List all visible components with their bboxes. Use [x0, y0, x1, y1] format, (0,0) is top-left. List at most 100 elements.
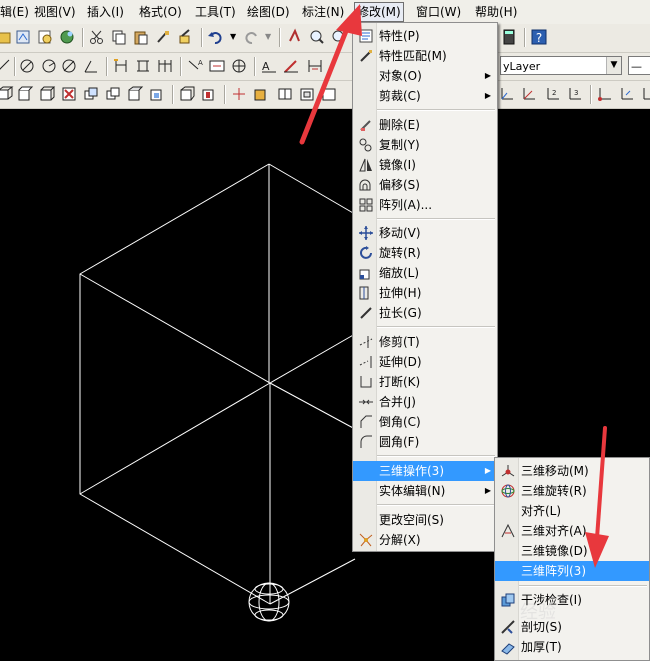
- ucs-view-icon[interactable]: [618, 85, 636, 103]
- menu-item-lengthen[interactable]: 拉长(G): [353, 303, 497, 323]
- menu-item-trim[interactable]: 修剪(T): [353, 332, 497, 352]
- menu-item-join[interactable]: 合并(J): [353, 392, 497, 412]
- move-faces-icon[interactable]: [148, 85, 166, 103]
- cut-icon[interactable]: [88, 28, 106, 46]
- menu-item-clip[interactable]: 剪裁(C) ▶: [353, 86, 497, 106]
- submenu-item-slice[interactable]: 剖切(S): [495, 617, 649, 637]
- tolerance-icon[interactable]: [208, 57, 226, 75]
- interference-icon: [501, 593, 515, 607]
- linetype-combo[interactable]: yLayer ▼: [500, 56, 622, 75]
- delete-faces-icon[interactable]: [200, 85, 218, 103]
- subtract-icon[interactable]: [60, 85, 78, 103]
- ucs-object-icon[interactable]: [640, 85, 650, 103]
- ucs-x-icon[interactable]: [520, 85, 538, 103]
- menu-item-chamfer[interactable]: 倒角(C): [353, 412, 497, 432]
- submenu-arrow-icon: ▶: [484, 466, 491, 475]
- menu-item-array[interactable]: 阵列(A)...: [353, 195, 497, 215]
- dim-continue-icon[interactable]: [156, 57, 174, 75]
- menu-item-break[interactable]: 打断(K): [353, 372, 497, 392]
- svg-text:A: A: [198, 59, 203, 67]
- extend-icon: [359, 356, 372, 368]
- menu-item-copy[interactable]: 复制(Y): [353, 135, 497, 155]
- open-icon[interactable]: [0, 28, 12, 46]
- offset-faces-icon[interactable]: [178, 85, 196, 103]
- intersect-icon[interactable]: [104, 85, 122, 103]
- angle-icon[interactable]: [82, 57, 100, 75]
- undo-dropdown-icon[interactable]: ▼: [230, 32, 236, 41]
- menu-item-stretch[interactable]: 拉伸(H): [353, 283, 497, 303]
- redo-icon[interactable]: [242, 28, 260, 46]
- menu-item-erase[interactable]: 删除(E): [353, 115, 497, 135]
- line-icon[interactable]: [0, 57, 12, 75]
- menu-item-properties[interactable]: 特性(P): [353, 26, 497, 46]
- menu-separator: [377, 326, 495, 328]
- submenu-item-3d-mirror[interactable]: 三维镜像(D): [495, 541, 649, 561]
- dim-linear-icon[interactable]: [112, 57, 130, 75]
- array-icon: [359, 198, 373, 212]
- ucs-3-icon[interactable]: 3: [566, 85, 584, 103]
- submenu-item-thicken[interactable]: 加厚(T): [495, 637, 649, 657]
- submenu-item-3d-array[interactable]: 三维阵列(3): [495, 561, 649, 581]
- menu-item-match-properties[interactable]: 特性匹配(M): [353, 46, 497, 66]
- menu-view[interactable]: 视图(V): [34, 4, 76, 21]
- block-editor-icon[interactable]: [176, 28, 194, 46]
- join-icon: [359, 399, 373, 405]
- menu-item-mirror[interactable]: 镜像(I): [353, 155, 497, 175]
- submenu-item-3d-rotate[interactable]: 三维旋转(R): [495, 481, 649, 501]
- menu-item-solid-editing[interactable]: 实体编辑(N) ▶: [353, 481, 497, 501]
- submenu-item-3d-move[interactable]: 三维移动(M): [495, 461, 649, 481]
- paste-icon[interactable]: [132, 28, 150, 46]
- 3d-align-icon: [501, 523, 515, 538]
- menu-insert[interactable]: 插入(I): [87, 4, 124, 21]
- circle-icon[interactable]: [40, 57, 58, 75]
- ucs-2-icon[interactable]: 2: [544, 85, 562, 103]
- color-faces-icon[interactable]: [252, 85, 270, 103]
- publish-icon[interactable]: [58, 28, 76, 46]
- polyline-icon[interactable]: [18, 57, 36, 75]
- menu-item-rotate[interactable]: 旋转(R): [353, 243, 497, 263]
- menu-format[interactable]: 格式(O): [139, 4, 182, 21]
- menu-edit[interactable]: 辑(E): [0, 4, 29, 21]
- menu-item-offset[interactable]: 偏移(S): [353, 175, 497, 195]
- copy-clip-icon[interactable]: [110, 28, 128, 46]
- match-properties-icon[interactable]: [154, 28, 172, 46]
- extrude-faces-icon[interactable]: [126, 85, 144, 103]
- combo-arrow-icon[interactable]: ▼: [606, 57, 621, 74]
- menu-item-extend[interactable]: 延伸(D): [353, 352, 497, 372]
- box-icon[interactable]: [0, 85, 14, 103]
- rotate-faces-icon[interactable]: [230, 85, 248, 103]
- no-icon[interactable]: [60, 57, 78, 75]
- plot-preview-icon[interactable]: [36, 28, 54, 46]
- submenu-item-interference[interactable]: 干涉检查(I): [495, 590, 649, 610]
- menu-draw[interactable]: 绘图(D): [247, 4, 290, 21]
- ucs-icon[interactable]: [498, 85, 516, 103]
- menu-item-3d-operations[interactable]: 三维操作(3) ▶: [353, 461, 497, 481]
- menu-item-fillet[interactable]: 圆角(F): [353, 432, 497, 452]
- menu-item-scale[interactable]: 缩放(L): [353, 263, 497, 283]
- center-mark-icon[interactable]: [230, 57, 248, 75]
- undo-icon[interactable]: [207, 28, 225, 46]
- cylinder-icon[interactable]: [38, 85, 56, 103]
- menu-item-object[interactable]: 对象(O) ▶: [353, 66, 497, 86]
- menu-item-change-space[interactable]: 更改空间(S): [353, 510, 497, 530]
- 3d-operations-submenu: 三维移动(M) 三维旋转(R) 对齐(L) 三维对齐(A) 三维镜像(D) 三维…: [494, 457, 650, 661]
- ucs-origin-icon[interactable]: [596, 85, 614, 103]
- plot-icon[interactable]: [14, 28, 32, 46]
- dim-edit-icon[interactable]: A: [260, 57, 278, 75]
- dim-baseline-icon[interactable]: [134, 57, 152, 75]
- submenu-item-align[interactable]: 对齐(L): [495, 501, 649, 521]
- submenu-item-3d-align[interactable]: 三维对齐(A): [495, 521, 649, 541]
- menu-tools[interactable]: 工具(T): [195, 4, 236, 21]
- menu-item-move[interactable]: 移动(V): [353, 223, 497, 243]
- leader-icon[interactable]: A: [186, 57, 204, 75]
- calculator-icon[interactable]: [500, 28, 518, 46]
- redo-dropdown-icon[interactable]: ▼: [265, 32, 271, 41]
- menu-help[interactable]: 帮助(H): [475, 4, 517, 21]
- menu-window[interactable]: 窗口(W): [416, 4, 461, 21]
- wedge-icon[interactable]: [16, 85, 34, 103]
- annotation-arrow-3d-array: [585, 426, 609, 568]
- menu-item-explode[interactable]: 分解(X): [353, 530, 497, 550]
- lineweight-combo[interactable]: —: [628, 56, 650, 75]
- help-icon[interactable]: ?: [530, 28, 548, 46]
- union-icon[interactable]: [82, 85, 100, 103]
